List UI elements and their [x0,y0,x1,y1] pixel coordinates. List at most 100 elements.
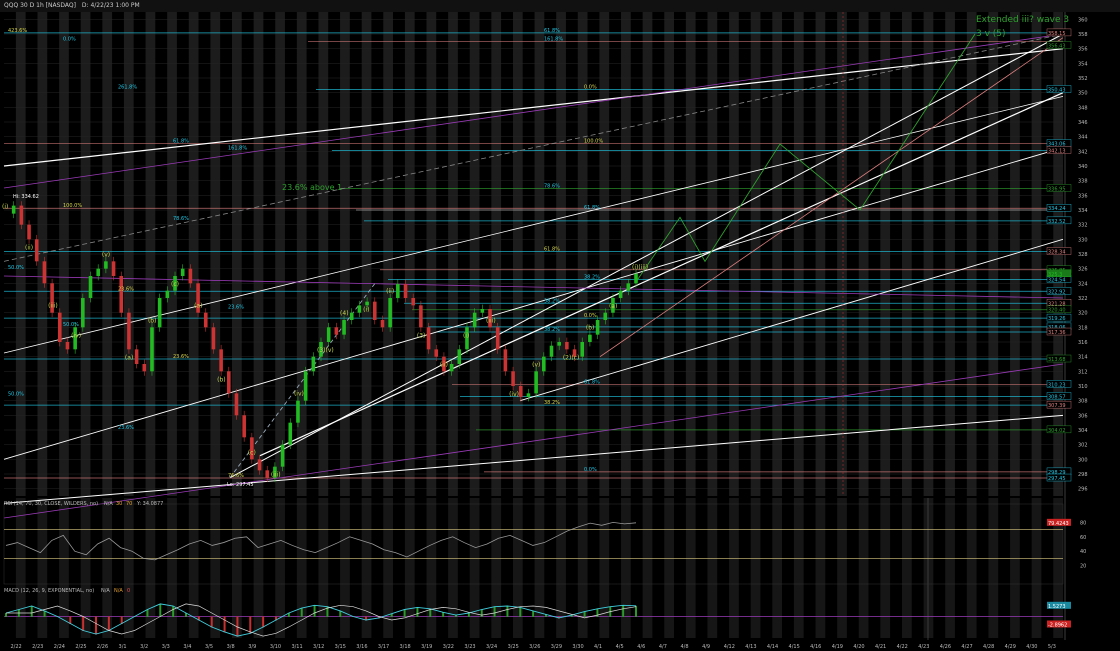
macd-histogram-bar [519,607,522,617]
time-tick: 4/9 [702,644,710,650]
wave-label: (iv) [71,332,81,339]
session-shade-lower [858,498,869,638]
candle-body [234,393,239,416]
session-shade-lower [988,498,999,638]
session-shade-lower [37,498,48,638]
wave-label: (4) [340,310,349,317]
price-tick: 326 [1078,267,1088,273]
session-shade-lower [491,498,502,638]
time-tick: 4/16 [810,644,821,650]
candle-body [27,224,31,240]
candle-body [526,393,531,397]
candle-body [426,327,431,350]
rsi-na: N/A [104,501,113,507]
wave-label: (c) [171,281,179,288]
rsi-tag: 79.4243 [1048,521,1069,527]
candle-body [603,312,608,320]
candle-body [188,268,193,284]
candle-body [265,470,270,478]
session-shade-lower [599,498,610,638]
price-tag: 307.39 [1048,403,1066,409]
session-shade-lower [729,498,739,638]
hi-label: Hi: 334.62 [13,194,39,200]
rsi-tick: 80 [1080,520,1086,526]
macd-histogram-bar [532,610,535,617]
rsi-tick: 60 [1080,535,1086,541]
candle-body [157,298,162,328]
price-axis: 296 298 300 302 304 306 308 310 312 314 316 318 320 3… [1046,12,1088,640]
candle-body [349,312,354,320]
rsi-value: Y: 34.0877 [136,501,163,507]
candle-body [511,371,515,386]
time-tick: 3/8 [227,644,235,650]
fib-label: 50.0% [8,265,24,271]
wave-label: (i) [2,204,8,211]
chart-canvas[interactable]: (i) (ii) (iii) (iv) (v) (a) (b) (c) (a) (b) (c) (ii… [0,0,1120,651]
macd-histogram-bar [210,616,213,628]
wave-label: (i) [363,307,369,314]
wave-label: (ii) [386,288,394,295]
price-tick: 314 [1078,355,1088,361]
session-shade-lower [123,498,134,638]
candle-body [227,371,231,394]
fib-label: 0.0% [584,313,597,319]
wave-label: (iii) [486,317,496,324]
wave-label: (i)(iii) [632,264,648,271]
price-tick: 350 [1078,91,1088,97]
trend-line [259,92,1064,457]
price-tag: 322.92 [1048,289,1066,295]
session-shade-lower [707,498,718,638]
macd-tag: -2.8962 [1048,623,1067,629]
candle-body [34,239,39,262]
candle-body [588,334,592,342]
time-tick: 3/10 [270,644,281,650]
fib-label: 38.2% [544,327,560,333]
candle-body [542,356,546,372]
fib-label: 61.8% [544,247,560,253]
fib-label: 78.6% [544,183,560,189]
macd-val-1: N/A [101,588,110,594]
session-shade-lower [534,498,545,638]
session-shade-lower [1031,498,1042,638]
price-tag: 328.34 [1048,250,1066,256]
session-shade-lower [750,498,761,638]
fib-label: 61.8% [584,379,600,385]
session-shade-lower [577,498,588,638]
fib-label: 61.8% [584,205,600,211]
price-tick: 302 [1078,443,1088,449]
candle-body [65,342,70,350]
candle-body [503,349,508,372]
candle-body [380,320,385,328]
wave-label: (iv) [294,391,304,398]
price-tick: 332 [1078,223,1088,229]
wave-label: (ii) [440,361,448,368]
price-tag: 358.15 [1048,31,1066,37]
session-shade-lower [167,498,177,638]
price-tick: 304 [1078,428,1088,434]
candle-body [372,301,377,320]
fib-label: 38.2% [544,400,560,406]
price-tick: 352 [1078,76,1088,82]
annotation-subtitle: 3 v (5) [976,29,1006,39]
session-shade-lower [426,498,437,638]
wave-label: (v) [102,251,110,258]
fib-label: 50.0% [8,391,24,397]
time-tick: 4/6 [637,644,645,650]
fib-label: 23.6% [118,286,134,292]
time-tick: 2/23 [32,644,43,650]
time-tick: 3/29 [551,644,562,650]
candle-body [618,290,623,298]
candle-body [280,444,285,467]
fib-label: 161.8% [544,36,563,42]
price-tick: 342 [1078,149,1088,155]
macd-histogram-bar [313,605,316,617]
wave-label: (3) [417,332,426,339]
candle-body [288,422,293,445]
macd-histogram-bar [30,606,33,617]
price-tag: 324.54 [1048,277,1066,283]
time-axis: 2/22 2/23 2/24 2/25 2/26 3/1 3/2 3/3 3/4 3/5 3/8 3/… [10,644,1055,650]
time-tick: 3/9 [248,644,256,650]
session-shade-lower [253,498,264,638]
fib-label: 261.8% [118,85,137,91]
price-tag: 304.02 [1048,428,1066,434]
